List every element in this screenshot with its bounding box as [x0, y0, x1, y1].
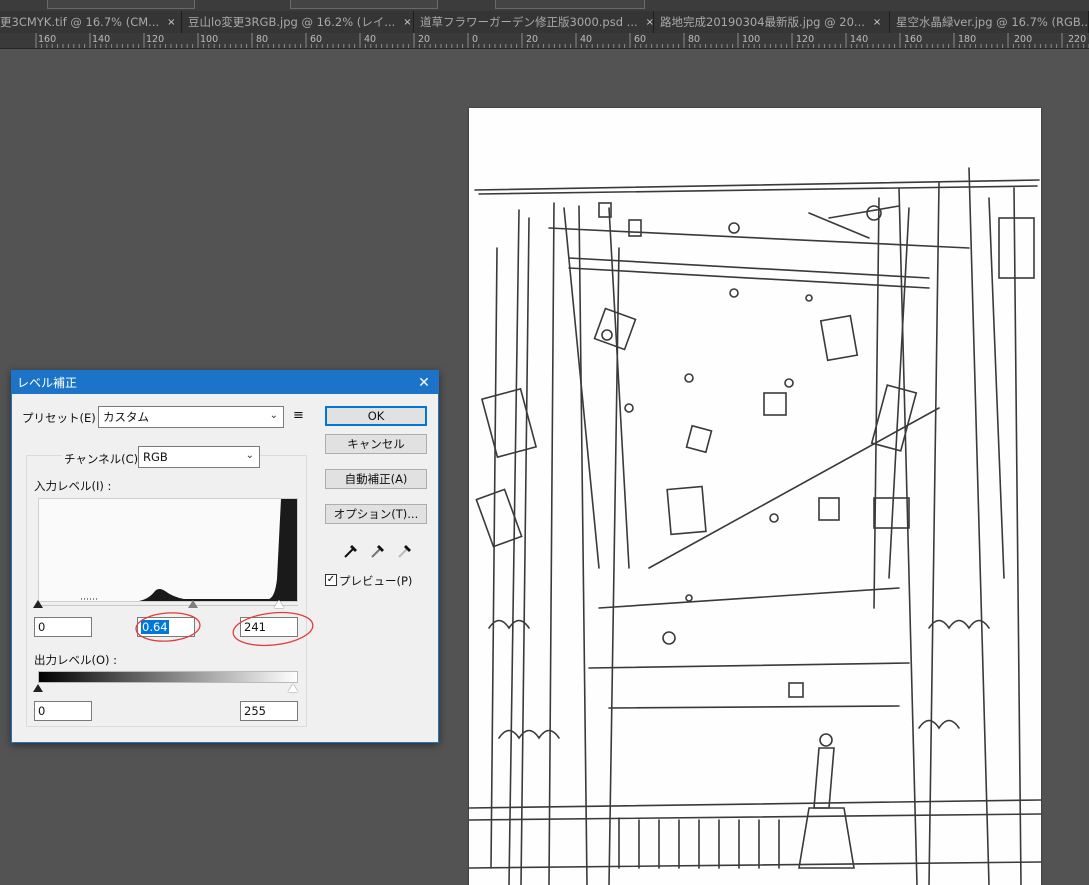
document-tab[interactable]: 道草フラワーガーデン修正版3000.psd ... ×	[414, 11, 654, 33]
document-tab[interactable]: 路地完成20190304最新版.jpg @ 20... ×	[654, 11, 890, 33]
tab-close-icon[interactable]: ×	[646, 17, 654, 28]
ruler-label: 200	[1014, 34, 1033, 45]
tab-close-icon[interactable]: ×	[403, 17, 411, 28]
ruler-label: 20	[418, 34, 431, 45]
tab-label: 豆山lo変更3RGB.jpg @ 16.2% (レイ...	[188, 15, 396, 29]
document-tab-bar: 更3CMYK.tif @ 16.7% (CM... × 豆山lo変更3RGB.j…	[0, 11, 1089, 33]
ruler-label: 120	[796, 34, 815, 45]
ruler-label: 220	[1068, 34, 1087, 45]
document-tab[interactable]: 更3CMYK.tif @ 16.7% (CM... ×	[0, 11, 182, 33]
ruler-label: 100	[200, 34, 219, 45]
document-canvas-image[interactable]	[468, 108, 1042, 885]
pencil-sketch-image	[468, 167, 1042, 885]
horizontal-ruler: 160 140 120 100 80 60 40 20 0 20 40 60 8…	[0, 33, 1089, 49]
ruler-label: 20	[526, 34, 539, 45]
document-tab[interactable]: 豆山lo変更3RGB.jpg @ 16.2% (レイ... ×	[182, 11, 414, 33]
ruler-label: 40	[364, 34, 377, 45]
ruler-label: 160	[904, 34, 923, 45]
tab-label: 星空水晶緑ver.jpg @ 16.7% (RGB...	[896, 15, 1089, 29]
ruler-label: 60	[310, 34, 323, 45]
tab-label: 更3CMYK.tif @ 16.7% (CM...	[0, 15, 160, 29]
options-bar-strip	[0, 0, 1089, 11]
options-field[interactable]	[290, 0, 438, 9]
ruler-label: 80	[688, 34, 701, 45]
ruler-label: 160	[38, 34, 57, 45]
tab-label: 路地完成20190304最新版.jpg @ 20...	[660, 15, 865, 29]
document-tab[interactable]: 星空水晶緑ver.jpg @ 16.7% (RGB...	[890, 11, 1089, 33]
ruler-label: 180	[958, 34, 977, 45]
ruler-label: 80	[256, 34, 269, 45]
tab-close-icon[interactable]: ×	[167, 17, 175, 28]
ruler-label: 40	[580, 34, 593, 45]
ruler-label: 120	[146, 34, 165, 45]
options-field[interactable]	[495, 0, 645, 9]
levels-dialog: レベル補正 ✕ プリセット(E) : カスタム ⌄ ≡ チャンネル(C) : R…	[11, 370, 439, 743]
ruler-label: 140	[92, 34, 111, 45]
ruler-label: 100	[742, 34, 761, 45]
annotation-circles	[135, 611, 314, 647]
ruler-label: 140	[850, 34, 869, 45]
ruler-label: 60	[634, 34, 647, 45]
ruler-label: 0	[472, 34, 479, 45]
tab-close-icon[interactable]: ×	[873, 17, 881, 28]
tab-label: 道草フラワーガーデン修正版3000.psd ...	[420, 15, 638, 29]
options-field[interactable]	[47, 0, 195, 9]
